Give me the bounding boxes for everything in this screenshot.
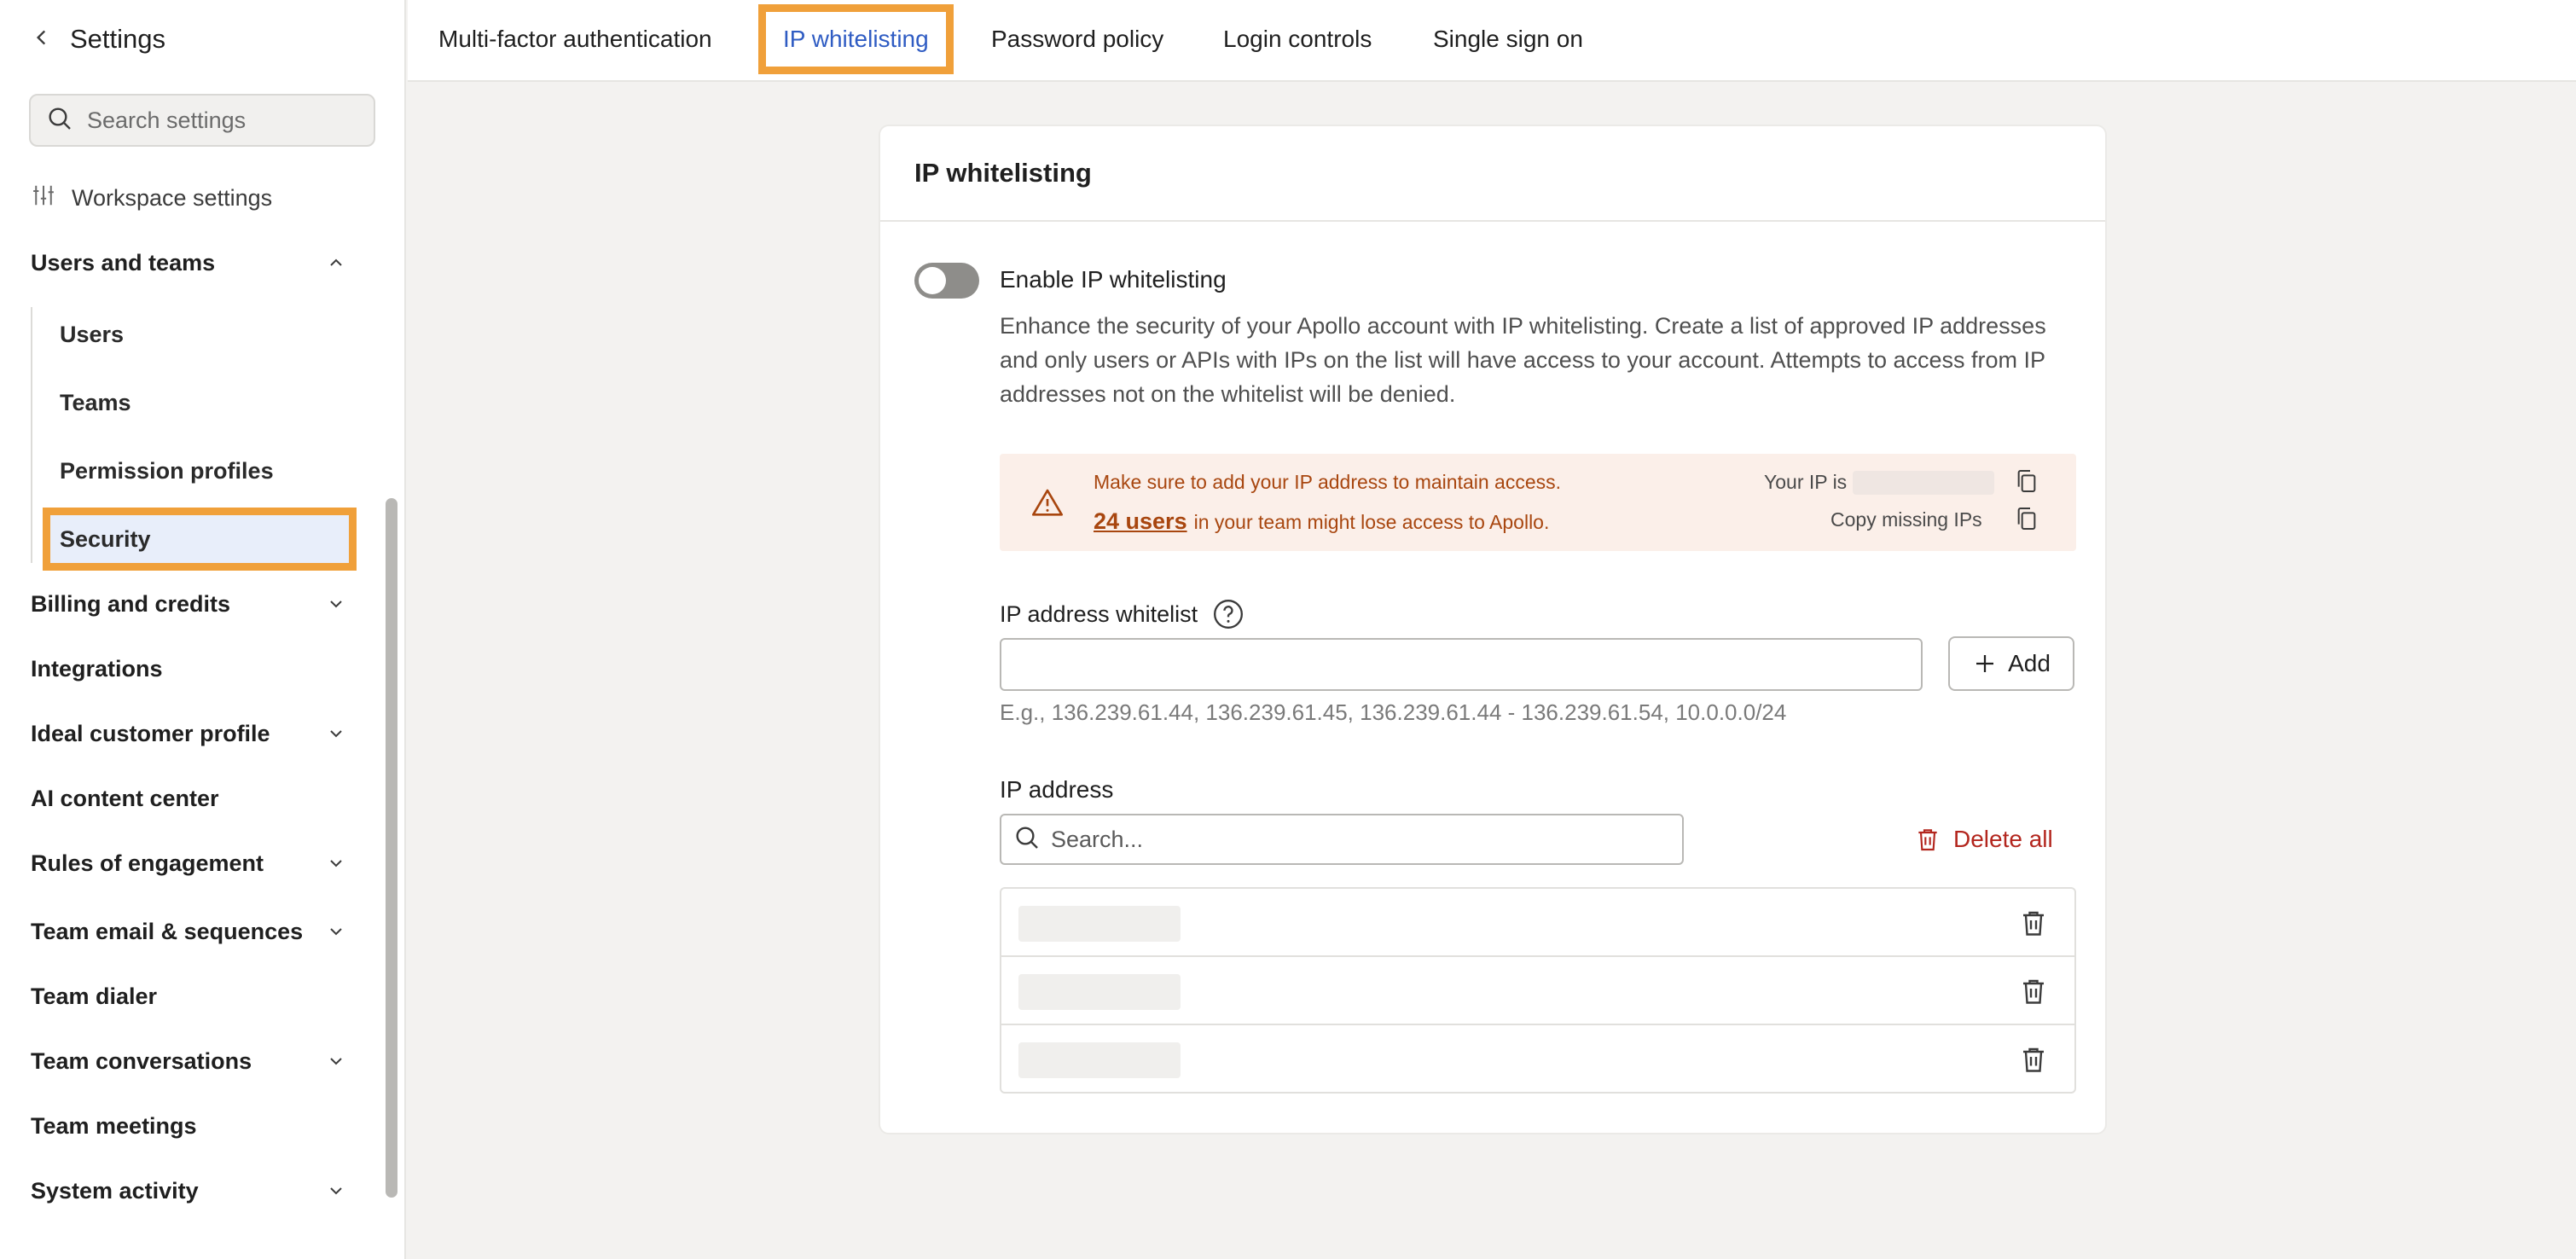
sidebar-group-label: Team email & sequences [31,918,304,944]
sidebar-title: Settings [70,24,166,54]
sidebar-group-ai-content-center[interactable]: AI content center [31,776,346,821]
security-tabs: Multi-factor authentication IP whitelist… [408,0,2576,82]
sidebar-group-label: Team conversations [31,1047,252,1074]
trash-icon[interactable] [2018,976,2049,1007]
plus-icon [1976,655,1994,672]
sidebar-item-users[interactable]: Users [60,312,124,357]
sidebar-group-system-activity[interactable]: System activity [31,1169,346,1213]
add-ip-button[interactable]: Add [1948,636,2074,691]
settings-search-input[interactable] [87,107,360,134]
chevron-down-icon [330,1187,342,1195]
add-ip-button-label: Add [2008,650,2051,676]
warning-alert: Make sure to add your IP address to main… [1000,454,2076,551]
tab-multi-factor-authentication[interactable]: Multi-factor authentication [438,19,712,60]
ip-format-hint: E.g., 136.239.61.44, 136.239.61.45, 136.… [1000,699,1787,725]
sidebar-group-team-email-sequences[interactable]: Team email & sequences [31,909,346,954]
alert-users-text: in your team might lose access to Apollo… [1193,511,1550,533]
sidebar-group-team-dialer[interactable]: Team dialer [31,974,346,1018]
users-at-risk-link[interactable]: 24 users [1094,508,1187,534]
ip-address-table [1000,887,2076,1094]
search-icon [46,105,73,136]
chevron-down-icon [330,860,342,867]
ip-address-redacted [1018,1042,1181,1078]
card-title: IP whitelisting [880,126,2105,222]
tab-ip-whitelisting[interactable]: IP whitelisting [758,4,954,74]
sidebar-group-label: Users and teams [31,249,216,276]
ip-address-redacted [1018,974,1181,1010]
sidebar-item-workspace-settings[interactable]: Workspace settings [31,176,346,220]
your-ip-value-redacted [1853,471,1994,495]
alert-message: Make sure to add your IP address to main… [1094,471,1562,493]
copy-missing-ips-icon[interactable] [2013,505,2040,532]
sidebar-header: Settings [31,19,165,60]
subitems-divider [31,307,32,563]
copy-missing-ips-label: Copy missing IPs [1830,508,1982,531]
sidebar-group-label: AI content center [31,785,219,811]
ip-address-search-input[interactable] [1051,826,1665,853]
sidebar-group-team-conversations[interactable]: Team conversations [31,1039,346,1083]
sidebar-group-label: Team dialer [31,983,158,1009]
sidebar: Settings Workspace settings Users and te… [0,0,406,1259]
sidebar-group-users-and-teams[interactable]: Users and teams [31,241,346,285]
trash-icon[interactable] [2018,1044,2049,1075]
sidebar-item-permission-profiles[interactable]: Permission profiles [60,449,274,493]
ip-address-search[interactable] [1000,814,1684,865]
sidebar-group-rules-of-engagement[interactable]: Rules of engagement [31,841,346,885]
search-icon [1013,824,1041,856]
ip-whitelist-input[interactable] [1000,638,1923,691]
table-row [1001,889,2074,957]
sidebar-scrollbar[interactable] [386,498,397,1198]
table-row [1001,957,2074,1025]
back-chevron-icon[interactable] [31,26,53,53]
your-ip-label: Your IP is [1764,471,1848,493]
chevron-down-icon [330,928,342,936]
delete-all-button[interactable]: Delete all [1914,819,2053,860]
tab-login-controls[interactable]: Login controls [1223,19,1372,60]
sidebar-item-security[interactable]: Security [43,508,357,571]
trash-icon[interactable] [2018,908,2049,938]
sidebar-group-integrations[interactable]: Integrations [31,647,346,691]
chevron-down-icon [330,1058,342,1065]
warning-icon [1032,489,1063,516]
alert-users-message: 24 users in your team might lose access t… [1094,508,1549,535]
sidebar-group-billing-and-credits[interactable]: Billing and credits [31,582,346,626]
sidebar-item-teams[interactable]: Teams [60,380,131,425]
copy-ip-icon[interactable] [2013,467,2040,495]
ip-whitelisting-card: IP whitelisting Enable IP whitelisting E… [879,125,2107,1134]
tab-password-policy[interactable]: Password policy [991,19,1163,60]
table-row [1001,1025,2074,1094]
sidebar-item-label: Workspace settings [72,184,273,211]
chevron-down-icon [330,600,342,608]
ip-whitelist-label: IP address whitelist [1000,597,1245,631]
sidebar-group-label: Integrations [31,655,163,682]
chevron-up-icon [330,258,342,266]
sliders-icon [31,183,56,214]
ip-address-label: IP address [1000,776,1114,803]
sidebar-group-team-meetings[interactable]: Team meetings [31,1104,346,1148]
sidebar-group-label: Ideal customer profile [31,720,270,746]
help-icon[interactable] [1211,597,1245,631]
settings-search[interactable] [29,94,375,147]
chevron-down-icon [330,730,342,738]
enable-ip-whitelisting-toggle[interactable] [914,263,979,299]
tab-single-sign-on[interactable]: Single sign on [1433,19,1583,60]
sidebar-group-label: Rules of engagement [31,850,264,876]
sidebar-group-label: Billing and credits [31,590,231,617]
trash-icon [1918,829,1937,851]
sidebar-group-ideal-customer-profile[interactable]: Ideal customer profile [31,711,346,756]
sidebar-group-label: System activity [31,1177,199,1204]
sidebar-group-label: Team meetings [31,1112,197,1139]
description: Enhance the security of your Apollo acco… [1000,313,2046,407]
toggle-label: Enable IP whitelisting [1000,266,1227,293]
delete-all-label: Delete all [1953,826,2053,852]
ip-address-redacted [1018,906,1181,942]
ip-whitelist-label-text: IP address whitelist [1000,600,1198,627]
